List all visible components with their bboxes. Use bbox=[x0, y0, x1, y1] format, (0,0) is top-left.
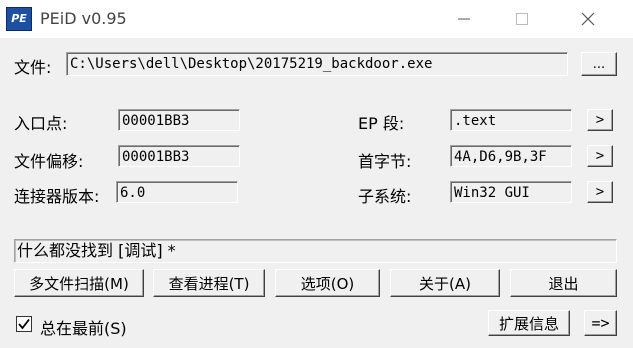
scan-result-status: 什么都没找到 [调试] * bbox=[14, 239, 617, 263]
subsystem-label: 子系统: bbox=[358, 187, 412, 206]
more-button[interactable]: => bbox=[584, 310, 617, 336]
about-button[interactable]: 关于(A) bbox=[390, 269, 500, 297]
plugins-button[interactable]: 扩展信息 bbox=[488, 310, 570, 336]
close-button[interactable] bbox=[565, 0, 611, 38]
main-panel: 文件: C:\Users\dell\Desktop\20175219_backd… bbox=[0, 38, 633, 348]
file-offset-label: 文件偏移: bbox=[14, 152, 84, 171]
close-icon bbox=[581, 12, 595, 26]
ep-section-label: EP 段: bbox=[358, 114, 405, 133]
file-label: 文件: bbox=[14, 58, 52, 77]
task-viewer-button[interactable]: 查看进程(T) bbox=[153, 269, 265, 297]
title-bar: PE PEiD v0.95 bbox=[0, 0, 633, 38]
browse-button[interactable]: ... bbox=[581, 52, 617, 76]
multi-scan-button[interactable]: 多文件扫描(M) bbox=[14, 269, 144, 297]
first-bytes-label: 首字节: bbox=[358, 152, 412, 171]
minimize-icon bbox=[458, 18, 470, 20]
maximize-icon bbox=[516, 13, 528, 25]
exit-button[interactable]: 退出 bbox=[510, 269, 617, 297]
ep-section-field[interactable]: .text bbox=[450, 109, 572, 131]
check-icon bbox=[18, 318, 30, 330]
file-path-field[interactable]: C:\Users\dell\Desktop\20175219_backdoor.… bbox=[66, 52, 568, 76]
file-offset-field[interactable]: 00001BB3 bbox=[118, 145, 240, 167]
window-title: PEiD v0.95 bbox=[40, 9, 127, 28]
always-on-top-checkbox[interactable] bbox=[16, 316, 32, 332]
minimize-button[interactable] bbox=[441, 0, 487, 38]
options-button[interactable]: 选项(O) bbox=[275, 269, 380, 297]
linker-version-field[interactable]: 6.0 bbox=[116, 181, 238, 203]
entry-point-field[interactable]: 00001BB3 bbox=[118, 109, 240, 131]
first-bytes-field[interactable]: 4A,D6,9B,3F bbox=[450, 145, 572, 167]
linker-version-label: 连接器版本: bbox=[14, 187, 100, 206]
subsystem-field[interactable]: Win32 GUI bbox=[450, 181, 572, 203]
peid-app-icon: PE bbox=[6, 7, 32, 31]
maximize-button[interactable] bbox=[499, 0, 545, 38]
subsystem-details-button[interactable]: > bbox=[587, 181, 613, 203]
first-bytes-details-button[interactable]: > bbox=[587, 145, 613, 167]
always-on-top-label: 总在最前(S) bbox=[40, 319, 127, 338]
entry-point-label: 入口点: bbox=[14, 114, 68, 133]
ep-section-details-button[interactable]: > bbox=[587, 109, 613, 131]
